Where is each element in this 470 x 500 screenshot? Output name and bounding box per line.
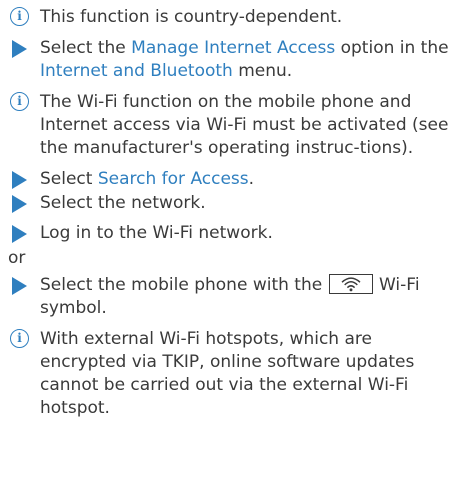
- step-arrow-icon: [12, 40, 27, 58]
- note-text: The Wi-Fi function on the mobile phone a…: [40, 92, 449, 158]
- info-note: i This function is country-dependent.: [8, 6, 462, 29]
- step-text: Select the Manage Internet Access option…: [40, 38, 449, 81]
- step-arrow-icon: [12, 225, 27, 243]
- info-note: i With external Wi-Fi hotspots, which ar…: [8, 328, 462, 420]
- info-note: i The Wi-Fi function on the mobile phone…: [8, 91, 462, 160]
- instructions-page: i This function is country-dependent. Se…: [0, 0, 470, 420]
- step-arrow-icon: [12, 277, 27, 295]
- wifi-icon: [328, 274, 373, 294]
- step-text: Select the mobile phone with the Wi-Fi s…: [40, 274, 420, 318]
- step-arrow-icon: [12, 195, 27, 213]
- info-icon: i: [10, 7, 29, 26]
- search-for-access-link[interactable]: Search for Access: [98, 169, 249, 189]
- step-item: Select the network.: [8, 192, 462, 215]
- step-item: Select Search for Access.: [8, 168, 462, 191]
- info-icon: i: [10, 92, 29, 111]
- step-arrow-icon: [12, 171, 27, 189]
- manage-internet-access-link[interactable]: Manage Internet Access: [131, 38, 335, 58]
- note-text: With external Wi-Fi hotspots, which are …: [40, 329, 415, 418]
- internet-and-bluetooth-link[interactable]: Internet and Bluetooth: [40, 61, 233, 81]
- step-item: Select the Manage Internet Access option…: [8, 37, 462, 83]
- info-icon: i: [10, 329, 29, 348]
- step-item: Log in to the Wi-Fi network.: [8, 222, 462, 245]
- step-text: Log in to the Wi-Fi network.: [40, 223, 273, 243]
- step-text: Select the network.: [40, 193, 206, 213]
- wifi-glyph: [341, 277, 361, 292]
- step-item: Select the mobile phone with the Wi-Fi s…: [8, 274, 462, 320]
- or-separator: or: [8, 248, 26, 268]
- step-text: Select Search for Access.: [40, 169, 255, 189]
- note-text: This function is country-dependent.: [40, 7, 343, 27]
